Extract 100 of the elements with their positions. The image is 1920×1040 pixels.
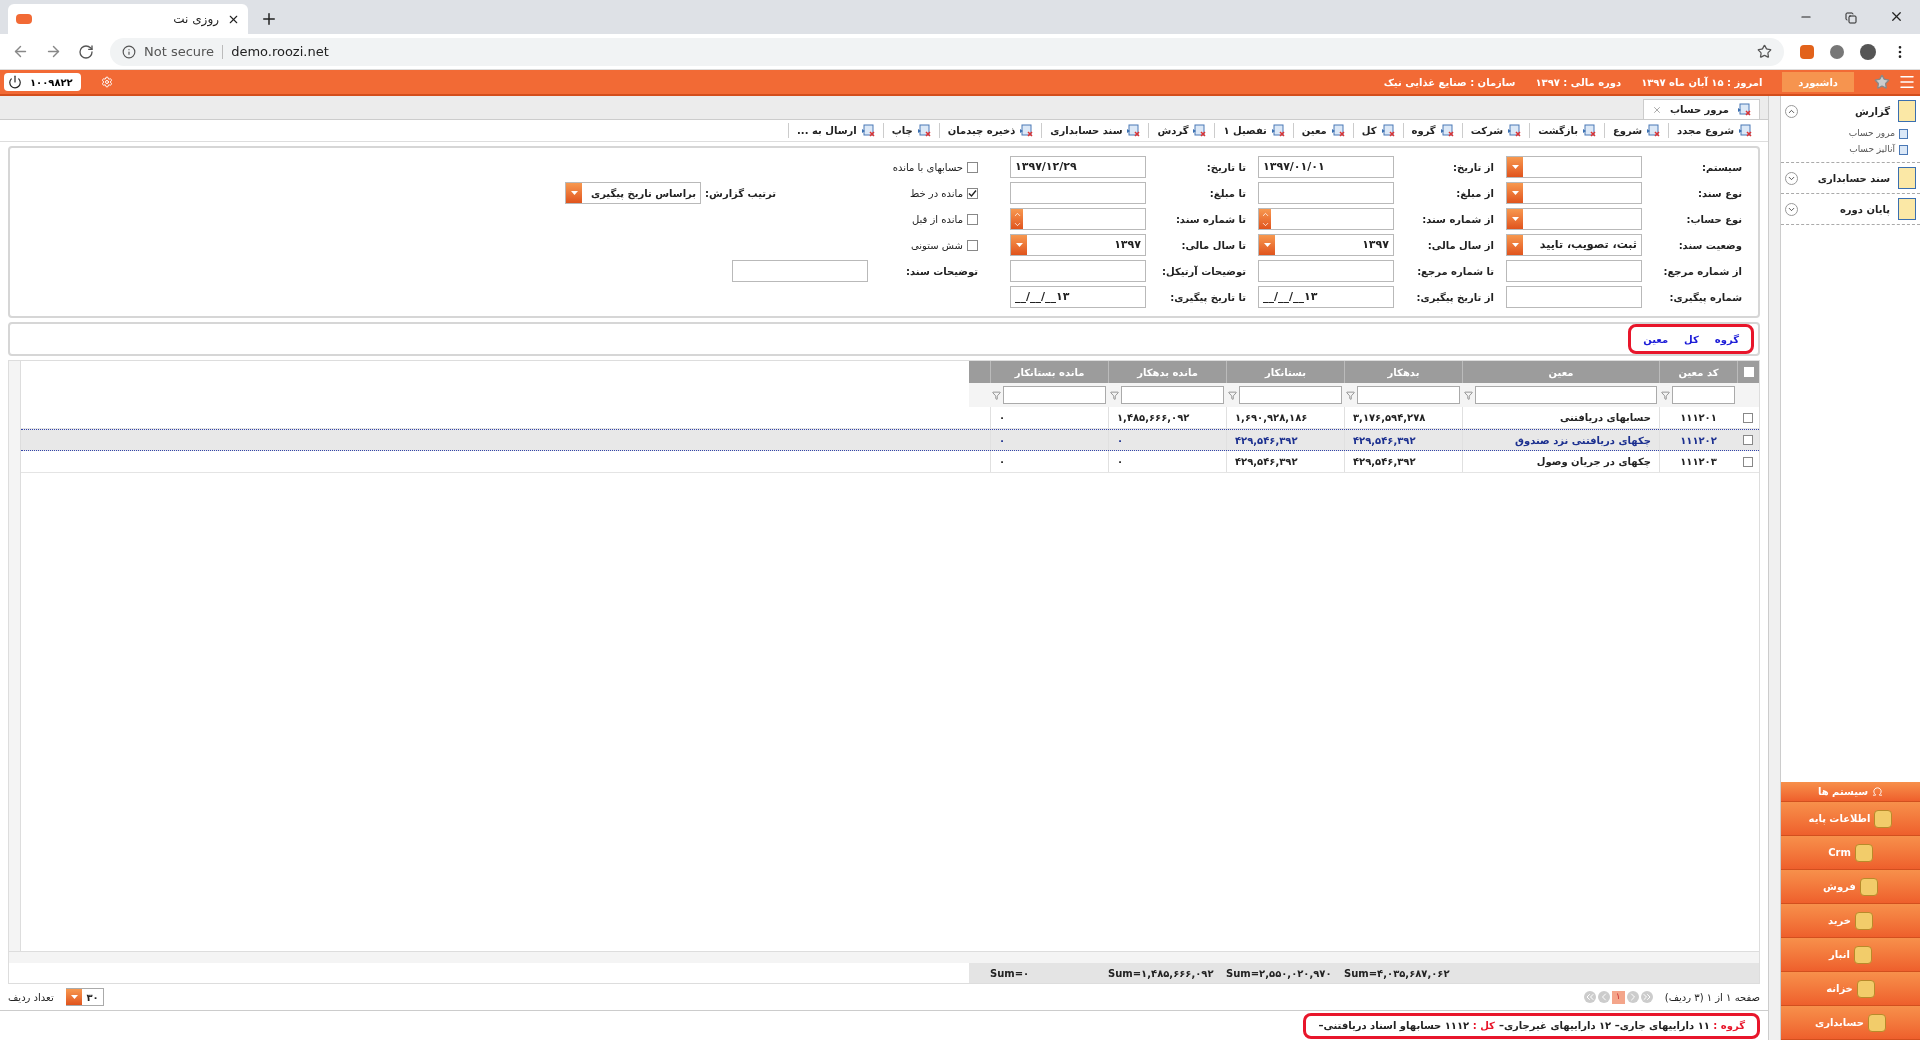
select-all-checkbox[interactable] xyxy=(1743,367,1754,377)
checkbox-option[interactable]: حسابهای با مانده xyxy=(808,159,978,175)
toolbar-button[interactable]: شروع xyxy=(1613,123,1661,138)
toolbar-button[interactable]: بازگشت xyxy=(1538,123,1596,138)
module-icon xyxy=(1868,1013,1886,1032)
sidebar-item[interactable]: آنالیز حساب xyxy=(1781,142,1920,158)
input-field[interactable] xyxy=(1258,182,1394,204)
select-field[interactable] xyxy=(1506,208,1642,230)
breadcrumb-link[interactable]: کل xyxy=(1684,331,1699,347)
filter-icon[interactable] xyxy=(992,390,1001,400)
filter-icon[interactable] xyxy=(1110,390,1119,400)
bookmark-icon[interactable] xyxy=(1757,44,1772,59)
input-field[interactable]: ۱۳۹۷/۰۱/۰۱ xyxy=(1258,156,1394,178)
toolbar-button[interactable]: معین xyxy=(1301,123,1345,138)
extension-icon[interactable] xyxy=(1830,44,1844,59)
filter-field[interactable] xyxy=(1672,386,1735,404)
rows-per-page-select[interactable]: ۳۰ xyxy=(65,988,104,1006)
row-checkbox[interactable] xyxy=(1743,456,1753,467)
checkbox-option[interactable]: مانده از قبل xyxy=(808,211,978,227)
toolbar-button[interactable]: سند حسابداری xyxy=(1050,123,1141,138)
input-field[interactable] xyxy=(1258,260,1394,282)
dropdown-button[interactable] xyxy=(1259,235,1275,255)
filter-field[interactable] xyxy=(1475,386,1657,404)
new-tab-icon[interactable] xyxy=(260,10,278,28)
input-field[interactable] xyxy=(1506,286,1642,308)
extension-icon[interactable] xyxy=(1800,44,1814,59)
settings-icon[interactable] xyxy=(100,76,113,88)
toolbar-button[interactable]: گروه xyxy=(1411,123,1454,138)
select-field[interactable]: ۱۳۹۷ xyxy=(1258,234,1394,256)
user-code-field[interactable]: ۱۰۰۹۸۲۲ xyxy=(4,73,81,91)
dropdown-button[interactable] xyxy=(1507,157,1523,177)
toolbar-button[interactable]: چاپ xyxy=(891,123,931,138)
back-icon[interactable] xyxy=(12,43,29,60)
address-bar[interactable]: Not secure demo.roozi.net xyxy=(110,37,1784,66)
dropdown-button[interactable] xyxy=(566,183,583,203)
close-window-icon[interactable] xyxy=(1889,9,1904,24)
toolbar-button[interactable]: شرکت xyxy=(1470,123,1522,138)
spin-buttons[interactable] xyxy=(1011,209,1023,229)
breadcrumb-link[interactable]: معین xyxy=(1643,331,1669,347)
toolbar-button[interactable]: کل xyxy=(1361,123,1395,138)
horizontal-scrollbar[interactable] xyxy=(9,951,1759,963)
dropdown-button[interactable] xyxy=(1507,235,1523,255)
toolbar-button[interactable]: گردش xyxy=(1157,123,1207,138)
sidebar-section-header[interactable]: پایان دوره xyxy=(1781,194,1920,224)
number-field[interactable] xyxy=(1258,208,1394,230)
input-field[interactable]: __/__/__۱۳ xyxy=(1010,286,1146,308)
forward-icon[interactable] xyxy=(45,43,62,60)
filter-icon[interactable] xyxy=(1464,390,1473,400)
document-icon xyxy=(1270,124,1285,137)
dropdown-button[interactable] xyxy=(1507,183,1523,203)
input-field[interactable] xyxy=(1010,182,1146,204)
spin-buttons[interactable] xyxy=(1259,209,1271,229)
select-field[interactable] xyxy=(1506,182,1642,204)
toolbar-button[interactable]: تفصیل ۱ xyxy=(1223,123,1285,138)
vertical-scrollbar[interactable] xyxy=(9,361,21,951)
sidebar-section-header[interactable]: گزارش xyxy=(1781,96,1920,126)
restore-icon[interactable] xyxy=(1845,12,1857,24)
next-page-icon[interactable] xyxy=(1597,991,1610,1003)
table-row[interactable]: ۱۱۱۲۰۲ چکهای دریافتنی نزد صندوق ۴۲۹,۵۴۶,۳۹۲ ۴۲۹,۵۴۶,۳۹۲ ۰ ۰ xyxy=(21,429,1759,451)
page-tab[interactable]: مرور حساب xyxy=(1642,99,1760,119)
filter-field[interactable] xyxy=(1121,386,1224,404)
reload-icon[interactable] xyxy=(78,43,94,60)
checkbox-option[interactable]: مانده در خط xyxy=(808,185,978,201)
first-page-icon[interactable] xyxy=(1640,991,1653,1003)
filter-icon[interactable] xyxy=(1228,390,1237,400)
sidebar-section-header[interactable]: سند حسابداری xyxy=(1781,163,1920,193)
filter-field[interactable] xyxy=(1239,386,1342,404)
browser-tab[interactable]: روزی نت xyxy=(8,4,248,34)
select-field[interactable]: ۱۳۹۷ xyxy=(1010,234,1146,256)
toolbar-button[interactable]: ذخیره چیدمان xyxy=(947,123,1034,138)
dropdown-button[interactable] xyxy=(1011,235,1027,255)
row-checkbox[interactable] xyxy=(1743,412,1753,423)
number-field[interactable] xyxy=(1010,208,1146,230)
filter-icon[interactable] xyxy=(1661,390,1670,400)
caret-icon xyxy=(1511,191,1519,195)
breadcrumb-link[interactable]: گروه xyxy=(1714,331,1739,347)
toolbar-button[interactable]: شروع مجدد xyxy=(1677,123,1752,138)
dropdown-button[interactable] xyxy=(66,989,83,1005)
filter-field[interactable] xyxy=(1003,386,1106,404)
checkbox-option[interactable]: شش ستونی xyxy=(808,237,978,253)
input-field[interactable]: ۱۳۹۷/۱۲/۲۹ xyxy=(1010,156,1146,178)
table-row[interactable]: ۱۱۱۲۰۳ چکهای در جریان وصول ۴۲۹,۵۴۶,۳۹۲ ۴۲۹,۵۴۶,۳۹۲ ۰ ۰ xyxy=(21,451,1759,473)
previous-page-icon[interactable] xyxy=(1626,991,1639,1003)
sidebar-item[interactable]: مرور حساب xyxy=(1781,126,1920,142)
input-field[interactable] xyxy=(1010,260,1146,282)
row-checkbox[interactable] xyxy=(1743,435,1753,445)
select-field[interactable]: ثبت، تصویب، تایید xyxy=(1506,234,1642,256)
input-field[interactable] xyxy=(732,260,868,282)
power-icon[interactable] xyxy=(8,75,22,89)
star-icon[interactable] xyxy=(1874,74,1890,90)
last-page-icon[interactable] xyxy=(1583,991,1596,1003)
toolbar-button[interactable]: ارسال به ... xyxy=(797,123,875,138)
filter-icon[interactable] xyxy=(1346,390,1355,400)
filter-field[interactable] xyxy=(1357,386,1460,404)
profile-icon[interactable] xyxy=(1860,43,1876,60)
select-field[interactable]: براساس تاریخ پیگیری xyxy=(565,182,702,204)
input-field[interactable] xyxy=(1506,260,1642,282)
select-field[interactable] xyxy=(1506,156,1642,178)
input-field[interactable]: __/__/__۱۳ xyxy=(1258,286,1394,308)
dropdown-button[interactable] xyxy=(1507,209,1523,229)
